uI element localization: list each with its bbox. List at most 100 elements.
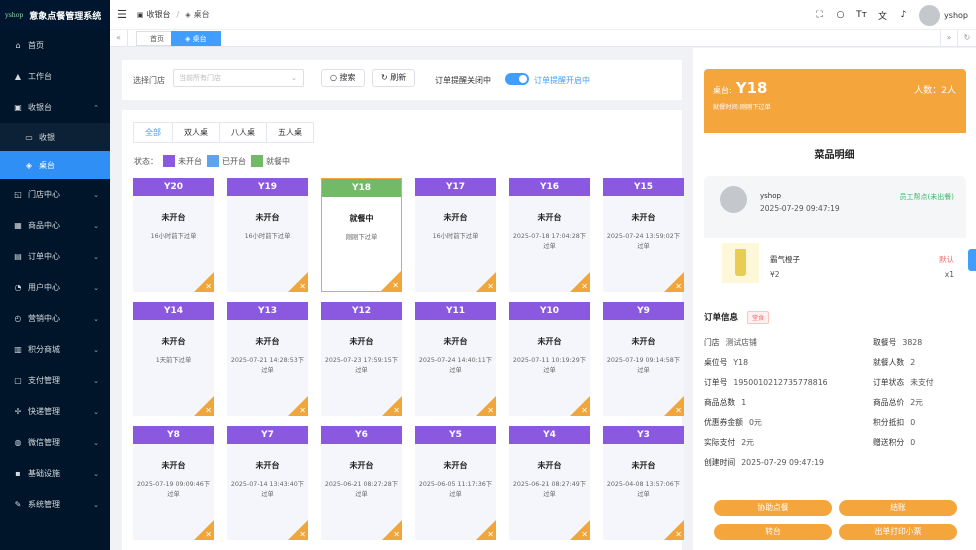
close-icon[interactable]: ✕	[675, 406, 682, 415]
notify-switch[interactable]	[505, 73, 529, 85]
cashier-icon: ▣	[14, 103, 22, 112]
close-icon[interactable]: ✕	[393, 530, 400, 539]
sidebar-item[interactable]: ▣ 收银台 ⌃	[0, 92, 110, 123]
order-info-row: 订单状态 未支付	[873, 377, 934, 388]
search-button[interactable]: ○ 搜索	[321, 69, 365, 87]
table-board: 选择门店 当前所有门店 ⌄ ○ 搜索 ↻ 刷新 订单提醒关闭中 订单提醒开启中 …	[110, 48, 692, 550]
close-icon[interactable]: ✕	[487, 530, 494, 539]
table-card[interactable]: Y10 未开台 2025-07-11 10:19:29下过单 ✕	[509, 302, 590, 416]
table-card[interactable]: Y9 未开台 2025-07-19 09:14:58下过单 ✕	[603, 302, 684, 416]
close-icon[interactable]: ✕	[205, 282, 212, 291]
table-card[interactable]: Y14 未开台 1天前下过单 ✕	[133, 302, 214, 416]
store-select[interactable]: 当前所有门店 ⌄	[173, 69, 304, 87]
transfer-table-button[interactable]: 转台	[714, 524, 832, 540]
font-size-icon[interactable]: Tт	[851, 10, 872, 20]
table-card-time: 刚刚下过单	[345, 234, 378, 241]
chevron-up-icon: ⌃	[93, 103, 99, 112]
table-card[interactable]: Y8 未开台 2025-07-19 09:09:46下过单 ✕	[133, 426, 214, 540]
refresh-tab-icon[interactable]: ↻	[958, 30, 976, 47]
table-card[interactable]: Y13 未开台 2025-07-21 14:28:53下过单 ✕	[227, 302, 308, 416]
close-icon[interactable]: ✕	[205, 530, 212, 539]
close-icon[interactable]: ✕	[393, 406, 400, 415]
table-type-tab[interactable]: 双人桌	[172, 122, 220, 143]
sidebar-item[interactable]: ⌂ 首页	[0, 30, 110, 61]
table-card[interactable]: Y17 未开台 16小时前下过单 ✕	[415, 178, 496, 292]
sidebar-item[interactable]: ✎ 系统管理 ⌄	[0, 489, 110, 520]
table-card[interactable]: Y7 未开台 2025-07-14 13:43:40下过单 ✕	[227, 426, 308, 540]
table-card[interactable]: Y18 就餐中 刚刚下过单 ✕	[321, 178, 402, 292]
close-icon[interactable]: ✕	[581, 282, 588, 291]
close-icon[interactable]: ✕	[675, 530, 682, 539]
legend-title: 状态：	[134, 156, 158, 166]
chevron-down-icon: ⌄	[93, 190, 99, 199]
table-card[interactable]: Y19 未开台 16小时前下过单 ✕	[227, 178, 308, 292]
avatar[interactable]	[919, 4, 941, 26]
table-card-status: 未开台	[161, 461, 186, 470]
close-icon[interactable]: ✕	[392, 281, 399, 290]
brand[interactable]: yshop 意象点餐管理系统	[0, 0, 110, 30]
table-card[interactable]: Y4 未开台 2025-06-21 08:27:49下过单 ✕	[509, 426, 590, 540]
close-icon[interactable]: ✕	[581, 406, 588, 415]
close-icon[interactable]: ✕	[299, 530, 306, 539]
checkout-button[interactable]: 结账	[839, 500, 957, 516]
status-legend: 状态： 未开台 已开台 就餐中	[134, 155, 290, 167]
scroll-left-icon[interactable]: «	[110, 30, 128, 47]
close-icon[interactable]: ✕	[675, 282, 682, 291]
table-card[interactable]: Y5 未开台 2025-06-05 11:17:36下过单 ✕	[415, 426, 496, 540]
table-type-tab[interactable]: 八人桌	[219, 122, 267, 143]
sidebar-item[interactable]: ▥ 积分商城 ⌄	[0, 334, 110, 365]
sidebar-item[interactable]: ◴ 营销中心 ⌄	[0, 303, 110, 334]
table-card[interactable]: Y12 未开台 2025-07-23 17:59:15下过单 ✕	[321, 302, 402, 416]
brand-logo: yshop	[5, 11, 24, 19]
table-card[interactable]: Y15 未开台 2025-07-24 13:59:02下过单 ✕	[603, 178, 684, 292]
table-card-name: Y7	[227, 426, 308, 444]
grid-icon: ▪	[15, 469, 21, 478]
sidebar-item[interactable]: ▲ 工作台	[0, 61, 110, 92]
assist-order-button[interactable]: 协助点餐	[714, 500, 832, 516]
sidebar-item[interactable]: ◔ 用户中心 ⌄	[0, 272, 110, 303]
table-card-name: Y12	[321, 302, 402, 320]
table-card[interactable]: Y11 未开台 2025-07-24 14:40:11下过单 ✕	[415, 302, 496, 416]
table-card[interactable]: Y16 未开台 2025-07-18 17:04:28下过单 ✕	[509, 178, 590, 292]
scroll-right-icon[interactable]: »	[940, 30, 958, 47]
sidebar-item[interactable]: ◍ 微信管理 ⌄	[0, 427, 110, 458]
sidebar-item[interactable]: ▭ 收银	[0, 123, 110, 151]
order-info-key: 就餐人数	[873, 358, 905, 367]
sidebar-item[interactable]: ▢ 支付管理 ⌄	[0, 365, 110, 396]
sidebar-item[interactable]: ▦ 商品中心 ⌄	[0, 210, 110, 241]
search-icon[interactable]: ○	[830, 10, 851, 20]
sidebar-item[interactable]: ▪ 基础设施 ⌄	[0, 458, 110, 489]
close-icon[interactable]: ✕	[299, 282, 306, 291]
close-icon[interactable]: ✕	[487, 282, 494, 291]
sidebar-item-label: 快递管理	[28, 407, 60, 416]
fullscreen-icon[interactable]: ⛶	[809, 10, 830, 20]
username[interactable]: yshop	[944, 11, 968, 20]
toolbar: ⛶ ○ Tт 文 ♪ yshop	[809, 0, 976, 30]
order-info-row: 优惠券金额 0元	[704, 417, 762, 428]
table-card[interactable]: Y6 未开台 2025-06-21 08:27:28下过单 ✕	[321, 426, 402, 540]
sidebar-item[interactable]: ◈ 桌台	[0, 151, 110, 179]
breadcrumb-item[interactable]: 收银台	[147, 9, 171, 20]
sidebar-item[interactable]: ◱ 门店中心 ⌄	[0, 179, 110, 210]
table-card[interactable]: Y3 未开台 2025-04-08 13:57:06下过单 ✕	[603, 426, 684, 540]
sidebar-item[interactable]: ✢ 快递管理 ⌄	[0, 396, 110, 427]
side-drawer-handle[interactable]	[968, 249, 976, 271]
tab-table[interactable]: ◈ 桌台	[171, 31, 221, 46]
print-receipt-button[interactable]: 出单打印小票	[839, 524, 957, 540]
bell-icon[interactable]: ♪	[893, 10, 914, 20]
sidebar-item[interactable]: ▤ 订单中心 ⌄	[0, 241, 110, 272]
language-icon[interactable]: 文	[872, 9, 893, 22]
menu-toggle-icon[interactable]: ☰	[117, 8, 127, 21]
pay-icon: ▢	[14, 376, 22, 385]
close-icon[interactable]: ✕	[299, 406, 306, 415]
close-icon[interactable]: ✕	[205, 406, 212, 415]
table-card[interactable]: Y20 未开台 16小时前下过单 ✕	[133, 178, 214, 292]
sidebar-item-label: 收银台	[28, 103, 52, 112]
order-info-key: 商品总数	[704, 398, 736, 407]
refresh-button[interactable]: ↻ 刷新	[372, 69, 416, 87]
close-icon[interactable]: ✕	[581, 530, 588, 539]
table-card-time: 2025-07-24 13:59:02下过单	[606, 233, 681, 250]
close-icon[interactable]: ✕	[487, 406, 494, 415]
table-type-tab[interactable]: 五人桌	[266, 122, 314, 143]
table-type-tab[interactable]: 全部	[133, 122, 173, 143]
